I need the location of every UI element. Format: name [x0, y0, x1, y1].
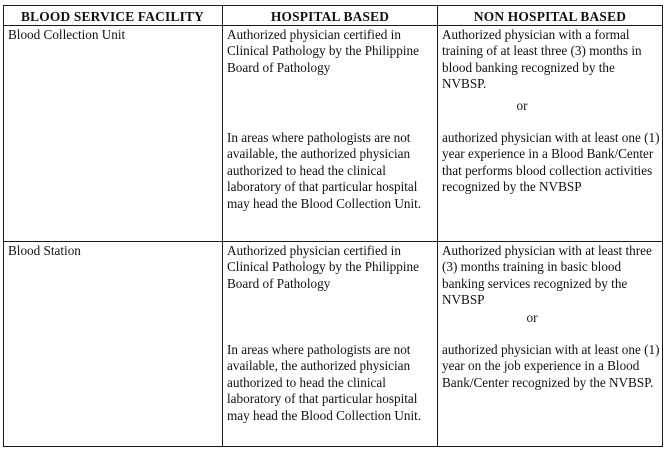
rule-right — [662, 5, 663, 447]
row-label-blood-collection-unit: Blood Collection Unit — [8, 27, 126, 42]
row2-hospital-alternative: In areas where pathologists are not avai… — [227, 342, 422, 423]
row1-non-hospital-alternative: authorized physician with at least one (… — [442, 130, 660, 195]
rule-row-divider — [3, 241, 663, 242]
rule-bottom — [3, 446, 663, 447]
row2-non-hospital-primary: Authorized physician with at least three… — [442, 243, 652, 308]
header-hospital-based: HOSPITAL BASED — [270, 9, 390, 24]
row-label-blood-station: Blood Station — [8, 243, 81, 258]
rule-top — [3, 5, 663, 6]
row1-non-hospital-primary: Authorized physician with a formal train… — [442, 27, 642, 92]
row1-hospital-primary: Authorized physician certified in Clinic… — [227, 27, 419, 75]
row1-hospital-alternative: In areas where pathologists are not avai… — [227, 130, 422, 211]
row2-hospital-primary: Authorized physician certified in Clinic… — [227, 243, 419, 291]
row1-or-connector: or — [516, 98, 528, 113]
row2-non-hospital-alternative: authorized physician with at least one (… — [442, 342, 660, 390]
header-non-hospital-based: NON HOSPITAL BASED — [473, 9, 627, 24]
rule-col-1 — [222, 5, 223, 447]
requirements-table: BLOOD SERVICE FACILITY HOSPITAL BASED NO… — [3, 5, 663, 447]
rule-col-2 — [437, 5, 438, 447]
rule-left — [3, 5, 4, 447]
header-facility: BLOOD SERVICE FACILITY — [20, 9, 204, 24]
row2-or-connector: or — [526, 310, 538, 325]
